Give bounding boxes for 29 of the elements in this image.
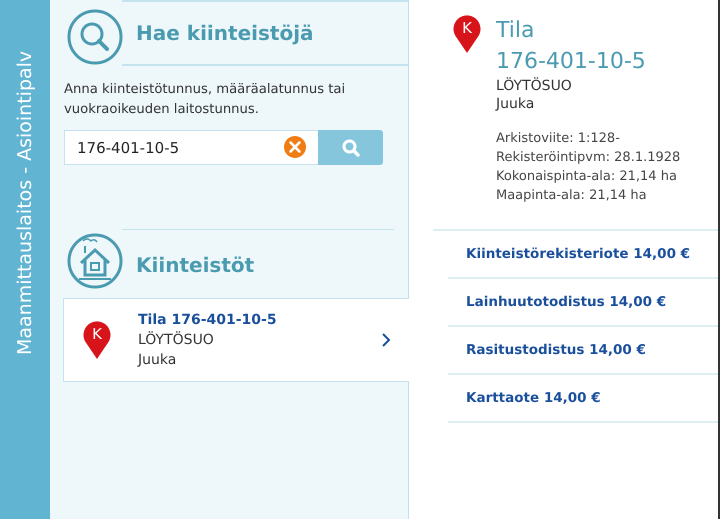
property-name: LÖYTÖSUO: [138, 330, 215, 350]
municipality-text: Juuka: [496, 95, 536, 113]
search-icon: [67, 9, 123, 65]
chevron-right-icon: [381, 332, 391, 348]
result-item[interactable]: K Tila 176-401-10-5 LÖYTÖSUO Juuka: [63, 298, 409, 382]
product-link[interactable]: Karttaote 14,00 €: [466, 390, 601, 406]
property-fact: Maapinta-ala: 21,14 ha: [496, 187, 648, 205]
clear-icon[interactable]: [284, 136, 306, 158]
result-title: Tila 176-401-10-5: [138, 311, 278, 330]
property-fact: Arkistoviite: 1:128-: [496, 130, 621, 148]
section-heading: Kiinteistöt: [136, 252, 254, 276]
product-link[interactable]: Kiinteistörekisteriote 14,00 €: [466, 246, 690, 262]
map-marker-icon: K: [452, 14, 482, 54]
product-link[interactable]: Rasitustodistus 14,00 €: [466, 342, 646, 358]
search-field[interactable]: 176-401-10-5: [64, 130, 318, 165]
property-type: Tila: [496, 17, 536, 45]
property-fact: Rekisteröintipvm: 28.1.1928: [496, 149, 680, 167]
product-link[interactable]: Lainhuutotodistus 14,00 €: [466, 294, 666, 310]
instructions-text: Anna kiinteistötunnus, määräalatunnus tai vuokraoikeuden laitostunnus.: [64, 81, 346, 119]
search-button[interactable]: [318, 130, 383, 165]
search-icon: [340, 138, 360, 158]
house-icon: [67, 233, 123, 289]
municipality-text: Juuka: [138, 351, 178, 370]
service-title: Maanmittauslaitos - Asiointipalv: [14, 50, 36, 355]
property-name: LÖYTÖSUO: [496, 77, 573, 95]
property-fact: Kokonaispinta-ala: 21,14 ha: [496, 168, 678, 186]
property-id: 176-401-10-5: [496, 48, 647, 76]
map-marker-icon: K: [82, 320, 112, 360]
section-heading: Hae kiinteistöjä: [136, 21, 314, 45]
